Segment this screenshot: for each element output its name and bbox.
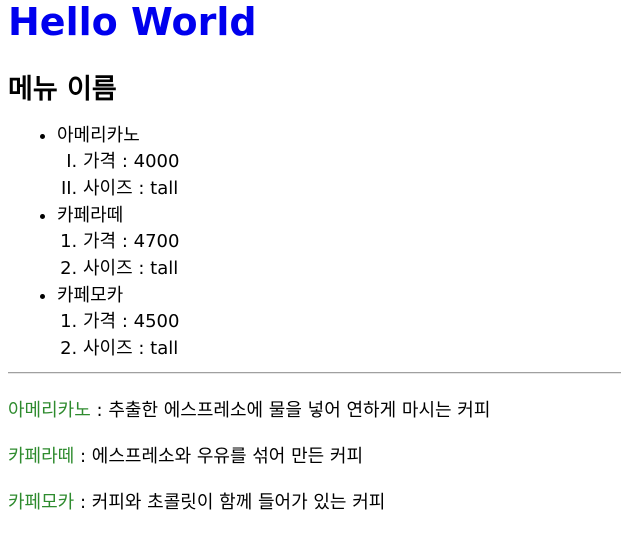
page-title: Hello World	[8, 0, 257, 44]
description-cafe-mocha: 카페모카 : 커피와 초콜릿이 함께 들어가 있는 커피	[8, 490, 621, 516]
menu-list: 아메리카노 가격 : 4000 사이즈 : tall 카페라떼 가격 : 470…	[8, 122, 621, 362]
detail-price: 가격 : 4000	[83, 149, 621, 176]
menu-item-name: 카페모카	[57, 285, 124, 306]
menu-item-details: 가격 : 4500 사이즈 : tall	[57, 309, 621, 362]
menu-heading: 메뉴 이름	[8, 74, 117, 105]
menu-item-cafe-mocha: 카페모카 가격 : 4500 사이즈 : tall	[57, 282, 621, 362]
description-text: 커피와 초콜릿이 함께 들어가 있는 커피	[91, 492, 386, 513]
divider	[8, 372, 621, 374]
menu-item-name: 아메리카노	[57, 125, 140, 146]
detail-price: 가격 : 4500	[83, 309, 621, 336]
description-americano: 아메리카노 : 추출한 에스프레소에 물을 넣어 연하게 마시는 커피	[8, 398, 621, 424]
menu-item-details: 가격 : 4700 사이즈 : tall	[57, 229, 621, 282]
description-text: 추출한 에스프레소에 물을 넣어 연하게 마시는 커피	[108, 400, 491, 421]
detail-size: 사이즈 : tall	[83, 256, 621, 283]
description-cafe-latte: 카페라떼 : 에스프레소와 우유를 섞어 만든 커피	[8, 444, 621, 470]
description-separator: :	[90, 400, 109, 421]
menu-item-details: 가격 : 4000 사이즈 : tall	[57, 149, 621, 202]
page: Hello World 메뉴 이름 아메리카노 가격 : 4000 사이즈 : …	[0, 0, 621, 516]
menu-item-cafe-latte: 카페라떼 가격 : 4700 사이즈 : tall	[57, 202, 621, 282]
description-separator: :	[74, 446, 92, 467]
description-term: 카페라떼	[8, 446, 75, 467]
menu-item-name: 카페라떼	[57, 205, 124, 226]
description-text: 에스프레소와 우유를 섞어 만든 커피	[91, 446, 364, 467]
detail-size: 사이즈 : tall	[83, 336, 621, 363]
menu-item-americano: 아메리카노 가격 : 4000 사이즈 : tall	[57, 122, 621, 202]
detail-size: 사이즈 : tall	[83, 176, 621, 203]
detail-price: 가격 : 4700	[83, 229, 621, 256]
description-term: 아메리카노	[8, 400, 91, 421]
description-term: 카페모카	[8, 492, 75, 513]
description-separator: :	[74, 492, 92, 513]
